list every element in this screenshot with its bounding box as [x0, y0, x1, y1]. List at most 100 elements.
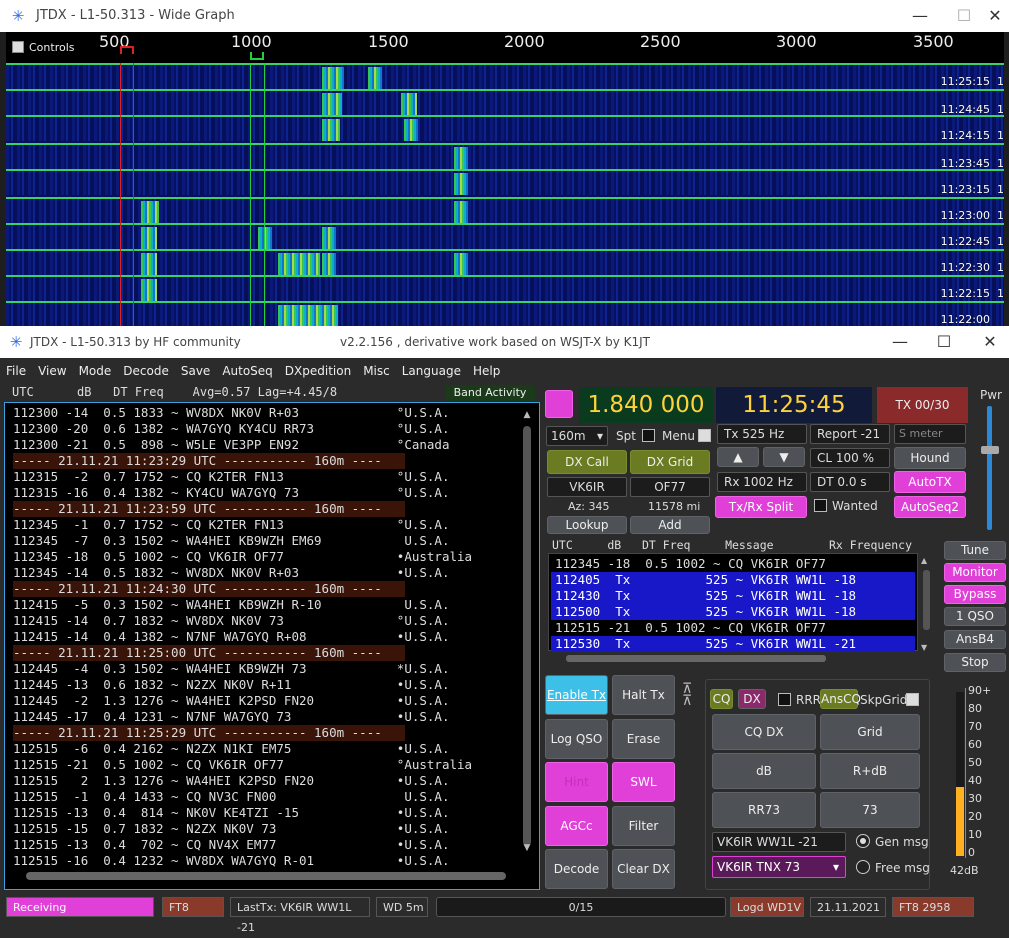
decode-row[interactable]: 112315 -2 0.7 1752 ~ CQ K2TER FN13 °U.S.…	[13, 469, 450, 485]
band-activity-scrollbar[interactable]: ▲ ▼	[521, 410, 533, 855]
anscq-button[interactable]: AnsCQ	[820, 689, 861, 709]
decode-row[interactable]: 112345 -18 0.5 1002 ~ CQ VK6IR OF77 •Aus…	[13, 549, 472, 565]
decode-row[interactable]: 112345 -7 0.3 1502 ~ WA4HEI KB9WZH EM69 …	[13, 533, 450, 549]
cl-spinbox[interactable]: CL 100 %	[810, 448, 890, 468]
dt-spinbox[interactable]: DT 0.0 s	[810, 472, 890, 492]
tx-row[interactable]: 112405 Tx 525 ~ VK6IR WW1L -18	[551, 572, 915, 588]
dx-grid-field[interactable]: OF77	[630, 477, 710, 497]
decode-row[interactable]: 112300 -14 0.5 1833 ~ WV8DX NK0V R+03 °U…	[13, 405, 450, 421]
swl-mode-button[interactable]: SWL mode	[612, 762, 675, 827]
stop-button[interactable]: Stop	[944, 653, 1006, 672]
hint-button[interactable]: Hint	[545, 762, 608, 802]
period-separator[interactable]: ----- 21.11.21 11:25:00 UTC ----------- …	[13, 645, 405, 661]
power-slider[interactable]	[987, 406, 992, 530]
hound-button[interactable]: Hound	[894, 447, 966, 469]
clear-dx-button[interactable]: Clear DX	[612, 849, 675, 889]
minimize-icon[interactable]: —	[900, 4, 940, 28]
sort-arrows-icon[interactable]: ⊼ ⊼	[682, 682, 692, 708]
period-separator[interactable]: ----- 21.11.21 11:23:29 UTC ----------- …	[13, 453, 405, 469]
free-msg-radio[interactable]	[856, 860, 870, 874]
decode-row[interactable]: 112515 -13 0.4 814 ~ NK0V KE4TZI -15 •U.…	[13, 805, 450, 821]
decode-row[interactable]: 112515 -1 0.4 1433 ~ CQ NV3C FN00 U.S.A.	[13, 789, 450, 805]
monitor-button[interactable]: Monitor	[944, 563, 1006, 582]
db-button[interactable]: dB	[712, 753, 816, 789]
gen-msg-radio[interactable]	[856, 834, 870, 848]
menu-misc[interactable]: Misc	[357, 360, 396, 382]
wanted-checkbox[interactable]	[814, 499, 827, 512]
s-meter-field[interactable]: S meter	[894, 424, 966, 444]
log-qso-button[interactable]: Log QSO	[545, 719, 608, 759]
erase-button[interactable]: Erase	[612, 719, 675, 759]
decode-row[interactable]: 112300 -21 0.5 898 ~ W5LE VE3PP EN92 °Ca…	[13, 437, 450, 453]
free-msg-combobox[interactable]: VK6IR TNX 73 ▾	[712, 856, 846, 878]
decode-row[interactable]: 112515 -6 0.4 2162 ~ N2ZX N1KI EM75 •U.S…	[13, 741, 450, 757]
decode-row[interactable]: 112415 -14 0.7 1832 ~ WV8DX NK0V 73 °U.S…	[13, 613, 450, 629]
filter-button[interactable]: Filter	[612, 806, 675, 846]
band-activity-list[interactable]: 112300 -14 0.5 1833 ~ WV8DX NK0V R+03 °U…	[4, 402, 540, 890]
dx-call-button[interactable]: DX Call	[547, 450, 627, 474]
tx-rx-split-button[interactable]: Tx/Rx Split	[715, 496, 807, 518]
decode-row[interactable]: 112515 -15 0.7 1832 ~ N2ZX NK0V 73 •U.S.…	[13, 821, 450, 837]
rrr-checkbox[interactable]	[778, 693, 791, 706]
decode-row[interactable]: 112445 -13 0.6 1832 ~ N2ZX NK0V R+11 •U.…	[13, 677, 450, 693]
autotx-button[interactable]: AutoTX	[894, 471, 966, 493]
tx-freq-spinbox[interactable]: Tx 525 Hz	[717, 424, 807, 444]
menu-help[interactable]: Help	[467, 360, 506, 382]
down-button[interactable]: ▼	[763, 447, 805, 467]
tx-counter[interactable]: TX 00/30	[877, 387, 968, 423]
menu-file[interactable]: File	[0, 360, 32, 382]
dx-call-field[interactable]: VK6IR	[547, 477, 627, 497]
up-button[interactable]: ▲	[717, 447, 759, 467]
rx-freq-marker[interactable]	[250, 52, 264, 60]
report-spinbox[interactable]: Report -21	[810, 424, 890, 444]
grid-button[interactable]: Grid	[820, 714, 920, 750]
rx-frequency-list[interactable]: 112345 -18 0.5 1002 ~ CQ VK6IR OF77 11240…	[548, 553, 918, 652]
dx-grid-button[interactable]: DX Grid	[630, 450, 710, 474]
rx-row[interactable]: 112515 -21 0.5 1002 ~ CQ VK6IR OF77	[555, 620, 826, 636]
rx-freq-spinbox[interactable]: Rx 1002 Hz	[717, 472, 807, 492]
frequency-display[interactable]: 1.840 000	[579, 387, 713, 423]
maximize-icon[interactable]: ☐	[924, 330, 964, 354]
decode-row[interactable]: 112415 -14 0.4 1382 ~ N7NF WA7GYQ R+08 •…	[13, 629, 450, 645]
menu-dxpedition[interactable]: DXpedition	[279, 360, 357, 382]
skpgrid-checkbox[interactable]	[906, 693, 919, 706]
bypass-button[interactable]: Bypass	[944, 585, 1006, 604]
waterfall[interactable]: 11:25:15 11:24:45 11:24:15 11:23:45 11:2…	[6, 63, 1004, 326]
close-icon[interactable]: ✕	[980, 4, 1009, 28]
one-qso-button[interactable]: 1 QSO	[944, 607, 1006, 626]
halt-tx-button[interactable]: Halt Tx	[612, 675, 675, 715]
band-select[interactable]: 160m ▾	[546, 426, 608, 446]
menu-save[interactable]: Save	[175, 360, 216, 382]
lookup-button[interactable]: Lookup	[547, 516, 627, 534]
decode-row[interactable]: 112300 -20 0.6 1382 ~ WA7GYQ KY4CU RR73 …	[13, 421, 450, 437]
decode-row[interactable]: 112445 -2 1.3 1276 ~ WA4HEI K2PSD FN20 •…	[13, 693, 450, 709]
spt-checkbox[interactable]	[642, 429, 655, 442]
add-button[interactable]: Add	[630, 516, 710, 534]
period-separator[interactable]: ----- 21.11.21 11:24:30 UTC ----------- …	[13, 581, 405, 597]
73-button[interactable]: 73	[820, 792, 920, 828]
gen-msg-field[interactable]: VK6IR WW1L -21	[712, 832, 846, 852]
period-separator[interactable]: ----- 21.11.21 11:25:29 UTC ----------- …	[13, 725, 405, 741]
decode-row[interactable]: 112515 -13 0.4 702 ~ CQ NV4X EM77 •U.S.A…	[13, 837, 450, 853]
menu-language[interactable]: Language	[396, 360, 467, 382]
decode-row[interactable]: 112445 -17 0.4 1231 ~ N7NF WA7GYQ 73 •U.…	[13, 709, 450, 725]
menu-autoseq[interactable]: AutoSeq	[216, 360, 278, 382]
band-activity-hscrollbar[interactable]	[12, 870, 520, 882]
cq-button[interactable]: CQ	[710, 689, 733, 709]
minimize-icon[interactable]: —	[880, 330, 920, 354]
cq-dx-button[interactable]: CQ DX	[712, 714, 816, 750]
ansb4-button[interactable]: AnsB4	[944, 630, 1006, 649]
decode-row[interactable]: 112315 -16 0.4 1382 ~ KY4CU WA7GYQ 73 °U…	[13, 485, 450, 501]
decode-row[interactable]: 112515 2 1.3 1276 ~ WA4HEI K2PSD FN20 •U…	[13, 773, 450, 789]
tx-row[interactable]: 112530 Tx 525 ~ VK6IR WW1L -21	[551, 636, 915, 652]
tx-freq-marker[interactable]	[120, 46, 134, 54]
tx-row[interactable]: 112500 Tx 525 ~ VK6IR WW1L -18	[551, 604, 915, 620]
autoseq2-button[interactable]: AutoSeq2	[894, 496, 966, 518]
power-slider-handle[interactable]	[981, 446, 999, 454]
decode-row[interactable]: 112515 -21 0.5 1002 ~ CQ VK6IR OF77 °Aus…	[13, 757, 472, 773]
rx-row[interactable]: 112345 -18 0.5 1002 ~ CQ VK6IR OF77	[555, 556, 826, 572]
controls-checkbox[interactable]: Controls	[12, 41, 92, 59]
tune-button[interactable]: Tune	[944, 541, 1006, 560]
decode-row[interactable]: 112415 -5 0.3 1502 ~ WA4HEI KB9WZH R-10 …	[13, 597, 450, 613]
menu-checkbox[interactable]	[698, 429, 711, 442]
